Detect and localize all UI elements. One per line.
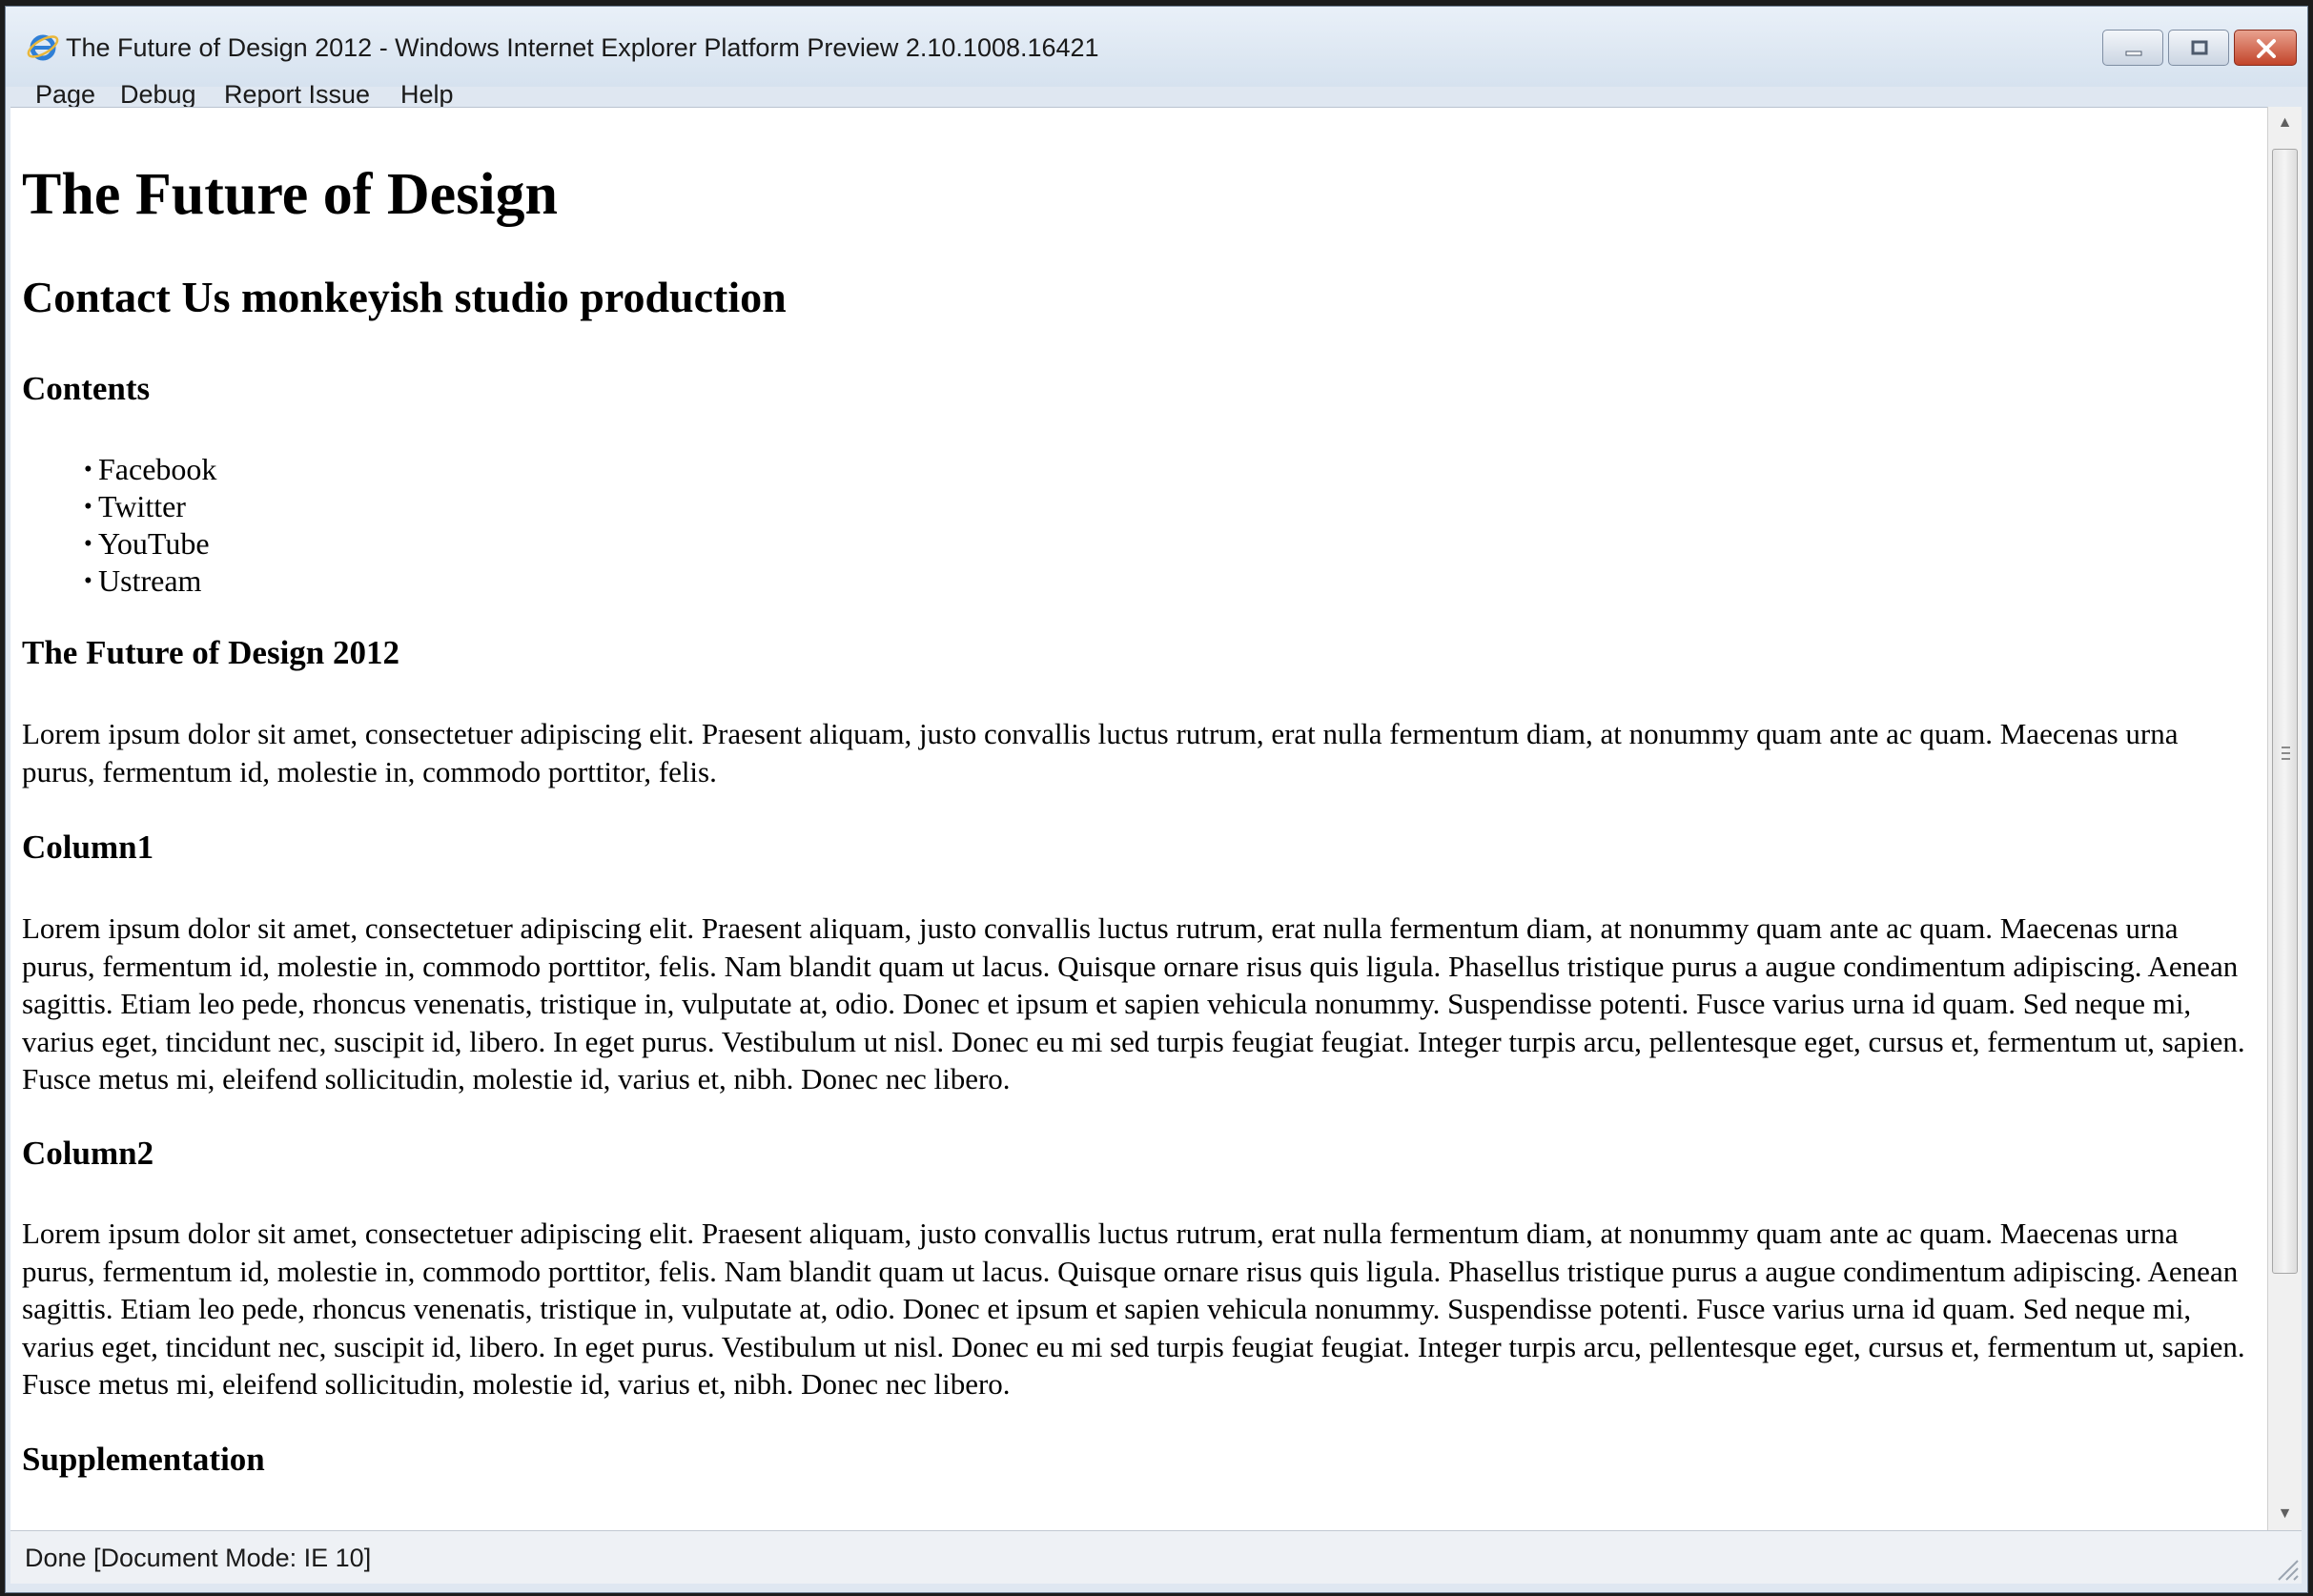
window-title: The Future of Design 2012 - Windows Inte… (66, 33, 1099, 62)
list-item-youtube: YouTube (98, 526, 210, 561)
grip-icon (2282, 747, 2290, 760)
scroll-up-button[interactable]: ▲ (2268, 107, 2302, 139)
page-content[interactable]: The Future of Design Contact Us monkeyis… (10, 107, 2267, 1530)
minimize-icon (2125, 51, 2142, 56)
list-item: • Facebook (22, 451, 216, 488)
maximize-icon (2191, 40, 2208, 55)
scroll-thumb[interactable] (2272, 149, 2298, 1274)
list-item-facebook: Facebook (98, 452, 217, 486)
close-button[interactable] (2234, 30, 2297, 66)
ie-logo-icon (27, 34, 59, 61)
contents-list: • Facebook • Twitter • YouTube • Ustream (22, 451, 216, 600)
status-text: Done [Document Mode: IE 10] (25, 1544, 372, 1572)
column1-heading: Column1 (22, 829, 154, 866)
vertical-scrollbar[interactable]: ▲ ▼ (2267, 107, 2302, 1530)
bullet-icon: • (84, 457, 92, 482)
bullet-icon: • (84, 568, 92, 594)
page-subtitle: Contact Us monkeyish studio production (22, 273, 787, 321)
contents-heading: Contents (22, 370, 151, 407)
maximize-button[interactable] (2168, 30, 2229, 66)
section-2012-text: Lorem ipsum dolor sit amet, consectetuer… (22, 717, 2179, 788)
list-item: • Ustream (22, 563, 216, 600)
section-2012-heading: The Future of Design 2012 (22, 634, 400, 671)
list-item-twitter: Twitter (98, 489, 186, 523)
bullet-icon: • (84, 494, 92, 520)
column2-text: Lorem ipsum dolor sit amet, consectetuer… (22, 1217, 2245, 1401)
menu-help[interactable]: Help (400, 80, 454, 110)
minimize-button[interactable] (2102, 30, 2163, 66)
list-item: • YouTube (22, 525, 216, 563)
bullet-icon: • (84, 531, 92, 557)
page-title: The Future of Design (22, 162, 559, 227)
menu-page[interactable]: Page (35, 80, 95, 110)
list-item: • Twitter (22, 488, 216, 525)
menu-debug[interactable]: Debug (120, 80, 196, 110)
resize-grip-icon[interactable] (2271, 1553, 2300, 1582)
menu-report-issue[interactable]: Report Issue (224, 80, 370, 110)
supplementation-heading: Supplementation (22, 1441, 265, 1478)
scroll-down-button[interactable]: ▼ (2268, 1498, 2302, 1530)
column2-heading: Column2 (22, 1135, 154, 1172)
list-item-ustream: Ustream (98, 563, 202, 598)
column1-text: Lorem ipsum dolor sit amet, consectetuer… (22, 911, 2245, 1095)
status-bar: Done [Document Mode: IE 10] (10, 1530, 2302, 1584)
close-icon (2257, 39, 2276, 58)
